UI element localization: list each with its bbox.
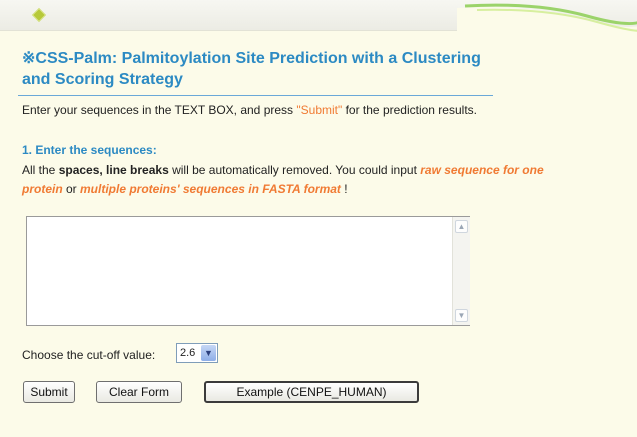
intro-text: Enter your sequences in the TEXT BOX, an… [22,103,477,117]
top-banner [0,0,637,38]
page-title: ※CSS-Palm: Palmitoylation Site Predictio… [22,50,481,88]
sequence-input[interactable] [26,216,470,326]
scroll-up-icon[interactable]: ▲ [455,220,468,233]
title-divider [18,95,493,96]
example-button[interactable]: Example (CENPE_HUMAN) [204,381,419,403]
chevron-down-icon[interactable]: ▼ [201,345,216,361]
swoosh-decoration [457,3,637,38]
section-title: 1. Enter the sequences: [22,143,157,157]
cutoff-value: 2.6 [180,347,196,359]
cutoff-label: Choose the cut-off value: [22,348,156,362]
submit-keyword: "Submit" [296,103,343,117]
scroll-down-icon[interactable]: ▼ [455,309,468,322]
diamond-icon [31,7,47,23]
reference-mark-icon: ※ [22,50,36,67]
clear-form-button[interactable]: Clear Form [96,381,182,403]
submit-button[interactable]: Submit [23,381,75,403]
cutoff-select[interactable]: 2.6 ▼ [176,343,218,363]
sequence-scrollbar[interactable]: ▲ ▼ [452,217,470,325]
section-description: All the spaces, line breaks will be auto… [22,163,544,196]
